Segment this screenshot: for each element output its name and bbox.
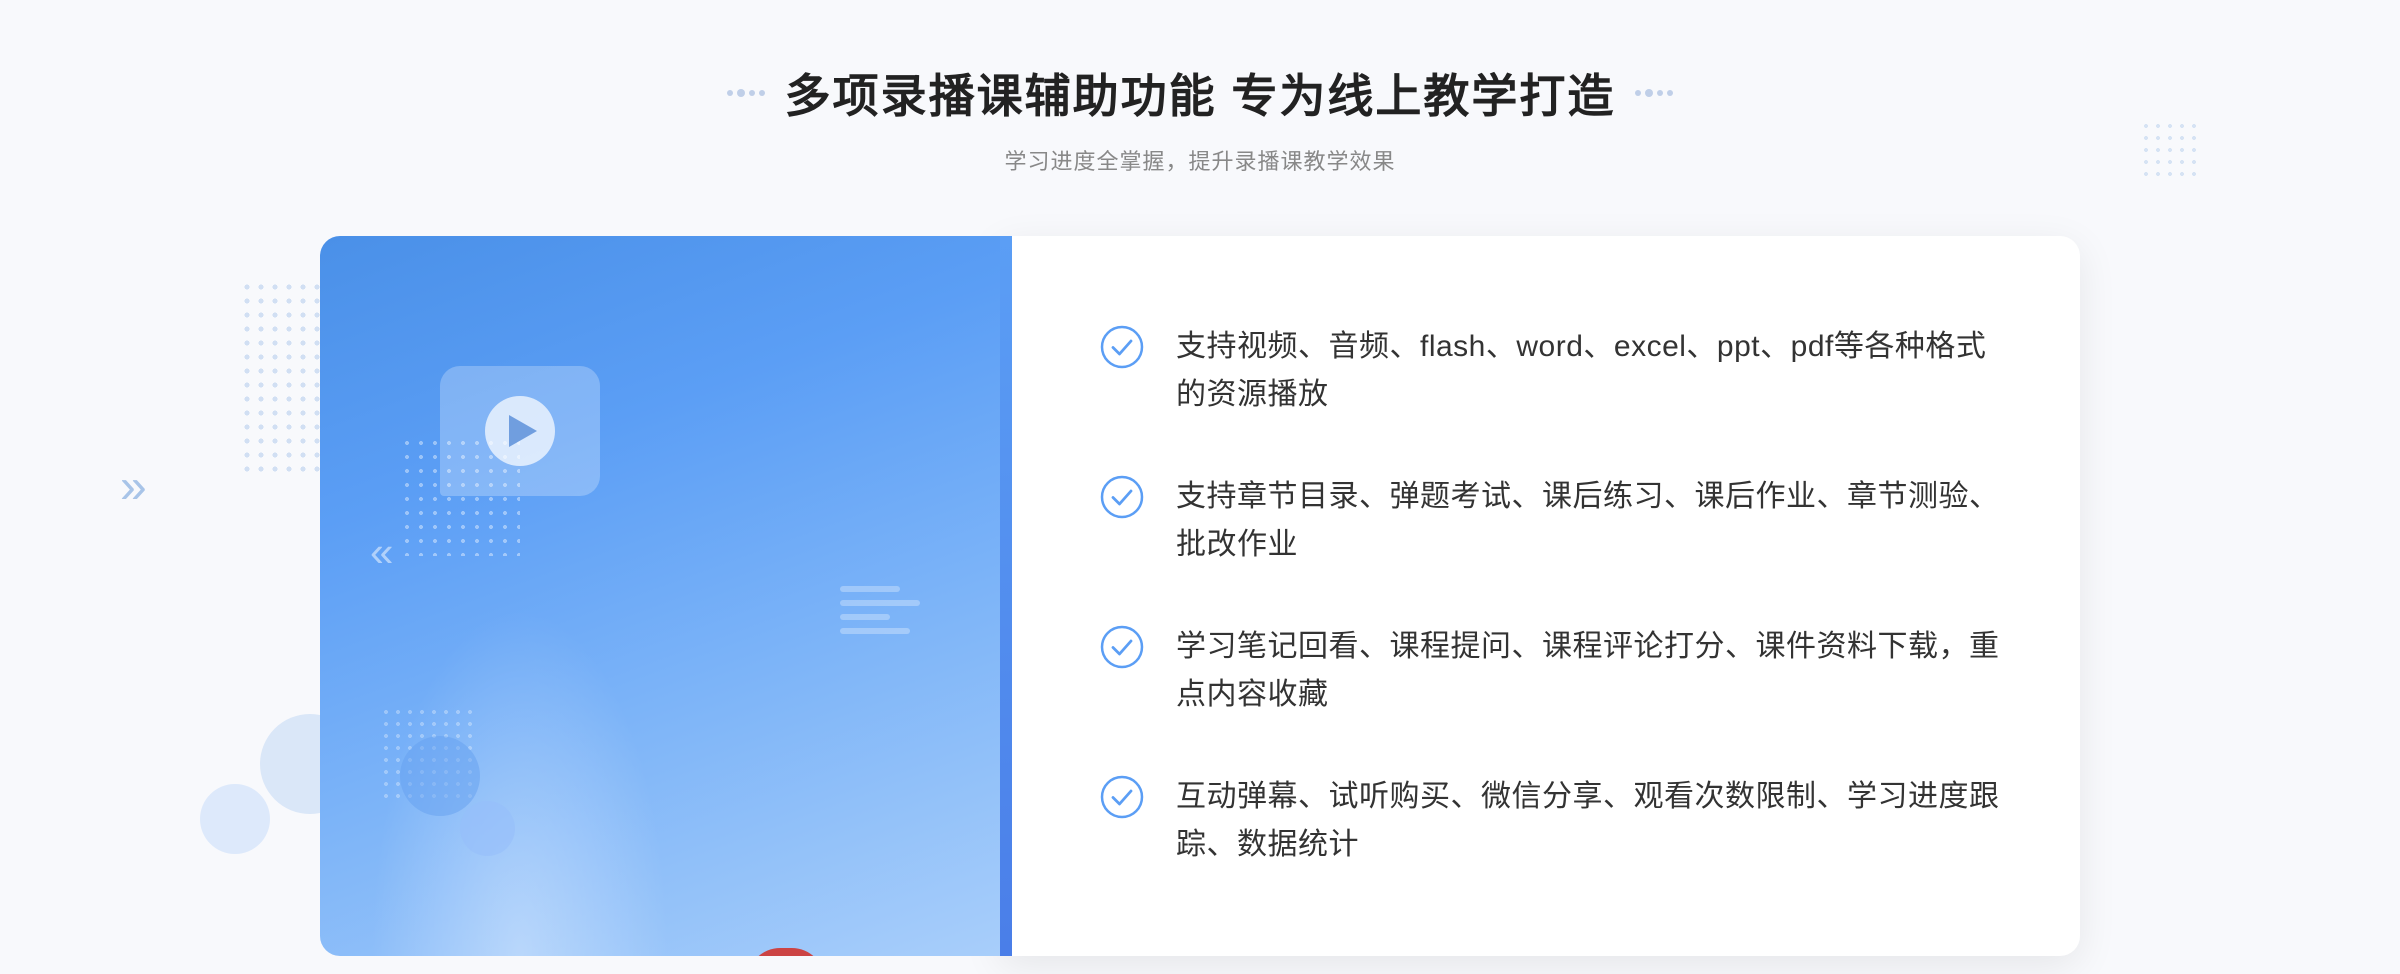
deco-circle-2 xyxy=(200,784,270,854)
page-container: » 多项录播课辅助功能 专为线上教学打造 学习进度全掌握，提升录播课教学效果 xyxy=(0,0,2400,974)
illus-circle-1 xyxy=(400,736,480,816)
check-circle-icon-4 xyxy=(1100,775,1144,819)
feature-item-2: 支持章节目录、弹题考试、课后练习、课后作业、章节测验、批改作业 xyxy=(1100,473,2000,569)
video-bubble xyxy=(440,366,600,496)
play-triangle-icon xyxy=(509,415,537,447)
illustration-panel: « xyxy=(320,236,1000,956)
play-button[interactable] xyxy=(485,396,555,466)
check-circle-icon-2 xyxy=(1100,475,1144,519)
feature-item-1: 支持视频、音频、flash、word、excel、ppt、pdf等各种格式的资源… xyxy=(1100,323,2000,419)
person-hair xyxy=(747,948,825,956)
feature-item-3: 学习笔记回看、课程提问、课程评论打分、课件资料下载，重点内容收藏 xyxy=(1100,623,2000,719)
feature-text-3: 学习笔记回看、课程提问、课程评论打分、课件资料下载，重点内容收藏 xyxy=(1176,623,2000,719)
header-title-row: 多项录播课辅助功能 专为线上教学打造 xyxy=(727,60,1674,126)
illus-circle-2 xyxy=(460,801,515,856)
content-area: « xyxy=(320,236,2080,956)
main-title: 多项录播课辅助功能 专为线上教学打造 xyxy=(785,60,1616,126)
panel-border xyxy=(1000,236,1012,956)
feature-text-4: 互动弹幕、试听购买、微信分享、观看次数限制、学习进度跟踪、数据统计 xyxy=(1176,773,2000,869)
figure-container xyxy=(592,376,932,956)
feature-item-4: 互动弹幕、试听购买、微信分享、观看次数限制、学习进度跟踪、数据统计 xyxy=(1100,773,2000,869)
deco-dots-left xyxy=(240,280,320,480)
header-section: 多项录播课辅助功能 专为线上教学打造 学习进度全掌握，提升录播课教学效果 xyxy=(727,60,1674,176)
feature-text-2: 支持章节目录、弹题考试、课后练习、课后作业、章节测验、批改作业 xyxy=(1176,473,2000,569)
title-dots-left xyxy=(727,89,765,97)
deco-dots-right xyxy=(2140,120,2200,180)
check-circle-icon-1 xyxy=(1100,325,1144,369)
content-panel: 支持视频、音频、flash、word、excel、ppt、pdf等各种格式的资源… xyxy=(1000,236,2080,956)
chevron-left-icon: « xyxy=(370,528,385,576)
subtitle: 学习进度全掌握，提升录播课教学效果 xyxy=(727,144,1674,176)
feature-text-1: 支持视频、音频、flash、word、excel、ppt、pdf等各种格式的资源… xyxy=(1176,323,2000,419)
check-circle-icon-3 xyxy=(1100,625,1144,669)
title-dots-right xyxy=(1635,89,1673,97)
deco-chevron-left: » xyxy=(120,460,137,515)
